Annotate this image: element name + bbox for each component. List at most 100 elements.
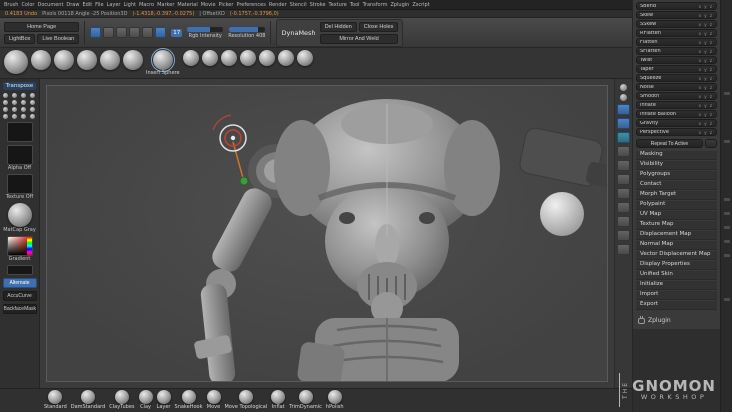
axes-toggle[interactable]: x y z — [699, 40, 713, 45]
insert-sphere-brush[interactable]: Insert Sphere — [146, 48, 180, 76]
texture-selector[interactable]: Texture Off — [6, 174, 33, 200]
lightbox-button[interactable]: LightBox — [4, 33, 36, 44]
zoom-knob-icon[interactable] — [620, 94, 627, 101]
menu-brush[interactable]: Brush — [4, 2, 18, 8]
brush-hpolish[interactable]: hPolish — [326, 390, 344, 410]
dock-tab[interactable] — [724, 240, 730, 243]
hue-strip[interactable] — [26, 237, 32, 255]
slider-twist[interactable]: Twist x y z — [636, 56, 717, 64]
brush-sphere[interactable] — [31, 50, 51, 70]
dock-tab[interactable] — [724, 92, 730, 95]
xpose-button[interactable] — [617, 244, 630, 255]
frame-button[interactable] — [617, 104, 630, 115]
menu-stroke[interactable]: Stroke — [310, 2, 326, 8]
draw-pointer-icon[interactable] — [103, 27, 115, 38]
brush-sphere[interactable] — [123, 50, 143, 70]
persp-button[interactable] — [617, 146, 630, 157]
menu-document[interactable]: Document — [38, 2, 64, 8]
dock-tab[interactable] — [724, 140, 730, 143]
brush-sphere[interactable] — [201, 50, 218, 66]
menu-stencil[interactable]: Stencil — [290, 2, 307, 8]
current-brush-sphere[interactable] — [4, 50, 28, 74]
mirror-and-weld-button[interactable]: Mirror And Weld — [319, 33, 399, 44]
current-brush-slot[interactable] — [6, 122, 33, 142]
slider-squeeze[interactable]: Squeeze x y z — [636, 74, 717, 82]
axes-toggle[interactable]: x y z — [699, 103, 713, 108]
menu-file[interactable]: File — [95, 2, 103, 8]
brush-snakehook[interactable]: SnakeHook — [175, 390, 203, 410]
brush-move-topological[interactable]: Move Topological — [225, 390, 267, 410]
section-masking[interactable]: Masking — [636, 151, 717, 160]
dock-tab[interactable] — [724, 298, 730, 301]
menu-movie[interactable]: Movie — [201, 2, 216, 8]
section-displacement-map[interactable]: Displacement Map — [636, 231, 717, 240]
slider-flatten[interactable]: Flatten x y z — [636, 38, 717, 46]
axes-toggle[interactable]: x y z — [699, 94, 713, 99]
menu-texture[interactable]: Texture — [329, 2, 347, 8]
slider-taper[interactable]: Taper x y z — [636, 65, 717, 73]
menu-transform[interactable]: Transform — [363, 2, 388, 8]
transpose-gizmo[interactable] — [212, 114, 249, 186]
section-uv-map[interactable]: UV Map — [636, 211, 717, 220]
menu-tool[interactable]: Tool — [350, 2, 360, 8]
zplugin-palette[interactable]: Zplugin — [636, 315, 717, 324]
geometry-button[interactable] — [617, 132, 630, 143]
brush-layer[interactable]: Layer — [156, 390, 171, 410]
menu-material[interactable]: Material — [177, 2, 197, 8]
scale-mode-icon[interactable] — [129, 27, 141, 38]
section-export[interactable]: Export — [636, 301, 717, 310]
menu-preferences[interactable]: Preferences — [236, 2, 265, 8]
dock-tab[interactable] — [724, 212, 730, 215]
brush-sphere[interactable] — [54, 50, 74, 70]
transparency-button[interactable] — [617, 202, 630, 213]
section-display-properties[interactable]: Display Properties — [636, 261, 717, 270]
dock-tab[interactable] — [724, 226, 730, 229]
floor-button[interactable] — [617, 160, 630, 171]
sculpt-viewport[interactable] — [46, 85, 608, 382]
section-initialize[interactable]: Initialize — [636, 281, 717, 290]
brush-sphere[interactable] — [258, 50, 275, 66]
backfacemask-button[interactable]: BackfaceMask — [2, 304, 37, 314]
polyframe-button[interactable] — [617, 188, 630, 199]
menu-light[interactable]: Light — [123, 2, 135, 8]
brush-claytubes[interactable]: ClayTubes — [109, 390, 135, 410]
axes-toggle[interactable]: x y z — [699, 67, 713, 72]
brush-sphere[interactable] — [220, 50, 237, 66]
dock-tab[interactable] — [724, 254, 730, 257]
axes-toggle[interactable]: x y z — [699, 31, 713, 36]
slider-sflatten[interactable]: SFlatten x y z — [636, 47, 717, 55]
section-polypaint[interactable]: Polypaint — [636, 201, 717, 210]
section-import[interactable]: Import — [636, 291, 717, 300]
move-mode-icon[interactable] — [116, 27, 128, 38]
resolution-slider[interactable]: Resolution 408 — [228, 26, 265, 39]
accucurve-button[interactable]: AccuCurve — [2, 291, 37, 301]
section-normal-map[interactable]: Normal Map — [636, 241, 717, 250]
mrgb-icon[interactable] — [155, 27, 167, 38]
slider-rflatten[interactable]: RFlatten x y z — [636, 29, 717, 37]
axes-toggle[interactable]: x y z — [699, 13, 713, 18]
repeat-aux-icon[interactable] — [705, 139, 717, 148]
brush-damstandard[interactable]: DamStandard — [71, 390, 105, 410]
rgb-intensity-slider[interactable]: Rgb Intensity — [187, 26, 224, 39]
solo-button[interactable] — [617, 230, 630, 241]
edit-object-icon[interactable] — [90, 27, 102, 38]
axes-toggle[interactable]: x y z — [699, 76, 713, 81]
brush-move[interactable]: Move — [206, 390, 221, 410]
section-polygroups[interactable]: Polygroups — [636, 171, 717, 180]
ghost-button[interactable] — [617, 216, 630, 227]
brush-sphere[interactable] — [296, 50, 313, 66]
section-morph-target[interactable]: Morph Target — [636, 191, 717, 200]
secondary-color-swatch[interactable] — [6, 265, 33, 275]
brush-sphere[interactable] — [182, 50, 199, 66]
menu-zscript[interactable]: Zscript — [412, 2, 429, 8]
brush-inflat[interactable]: Inflat — [271, 390, 286, 410]
axes-toggle[interactable]: x y z — [699, 4, 713, 9]
menu-marker[interactable]: Marker — [157, 2, 174, 8]
alternate-button[interactable]: Alternate — [2, 278, 37, 288]
axes-toggle[interactable]: x y z — [699, 121, 713, 126]
brush-sphere[interactable] — [77, 50, 97, 70]
scroll-knob-icon[interactable] — [620, 84, 627, 91]
dock-tab[interactable] — [724, 198, 730, 201]
brush-sphere[interactable] — [239, 50, 256, 66]
close-holes-button[interactable]: Close Holes — [358, 21, 399, 32]
